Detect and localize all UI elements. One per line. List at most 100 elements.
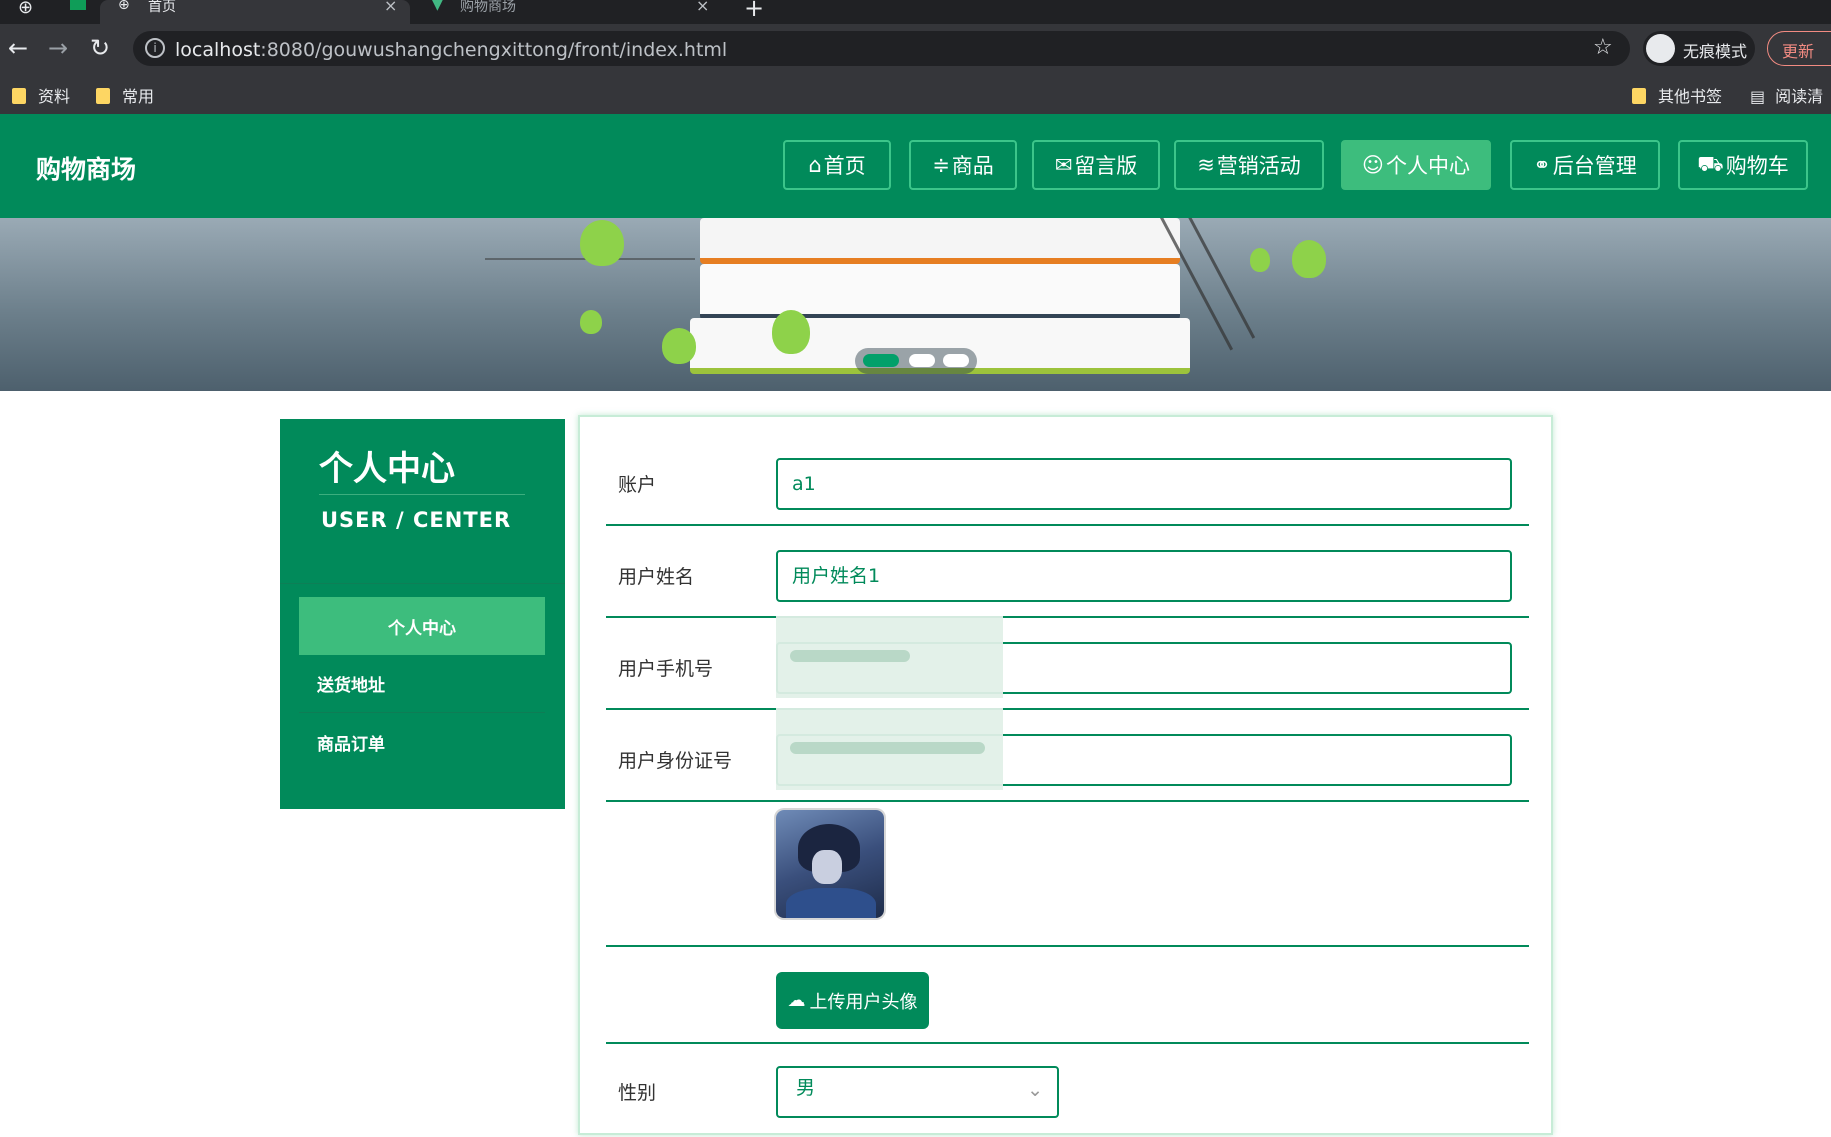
close-tab-icon[interactable]: × [384, 0, 397, 14]
gender-label: 性别 [618, 1082, 657, 1104]
tab-home[interactable]: ⊕ 首页 × [100, 0, 410, 24]
nav-user-center[interactable]: ☺ 个人中心 [1341, 140, 1491, 190]
sidebar-item-label: 个人中心 [388, 618, 456, 639]
bookmark-folder[interactable]: 资料 [12, 83, 70, 107]
user-icon: ☺ [1362, 153, 1384, 177]
nav-label: 后台管理 [1552, 154, 1637, 178]
nav-home[interactable]: ⌂ 首页 [783, 140, 891, 190]
nav-label: 购物车 [1725, 154, 1789, 178]
site-header: 购物商场 ⌂ 首页 ≑ 商品 ✉ 留言版 ≋ 营销活动 ☺ 个人中心 ⚭ 后台管理 ⛟ 购物车 [0, 114, 1831, 218]
banner-tree [1292, 240, 1326, 278]
banner-tree [580, 220, 624, 266]
form-row-id: 用户身份证号 [606, 708, 1529, 802]
incognito-icon [1646, 34, 1675, 63]
close-tab-icon[interactable]: × [696, 0, 709, 14]
back-icon[interactable]: ← [8, 34, 28, 62]
vue-icon: ▼ [432, 0, 443, 13]
nav-label: 留言版 [1074, 154, 1138, 178]
star-icon[interactable]: ☆ [1593, 35, 1613, 60]
sidebar-item-orders[interactable]: 商品订单 [299, 713, 545, 771]
sidebar-item-label: 商品订单 [317, 734, 385, 755]
name-input[interactable]: 用户姓名1 [776, 550, 1512, 602]
nav-promotions[interactable]: ≋ 营销活动 [1174, 140, 1324, 190]
url-text: localhost:8080/gouwushangchengxittong/fr… [175, 39, 728, 61]
chevron-down-icon: ⌄ [1027, 1079, 1043, 1101]
banner-tree [580, 310, 602, 334]
nav-products[interactable]: ≑ 商品 [909, 140, 1017, 190]
sidebar-item-address[interactable]: 送货地址 [299, 655, 545, 713]
banner-tree [662, 328, 696, 364]
banner-book [700, 264, 1180, 320]
id-label: 用户身份证号 [618, 750, 733, 772]
tab-title: 首页 [148, 0, 176, 15]
nav-messages[interactable]: ✉ 留言版 [1032, 140, 1160, 190]
message-icon: ✉ [1054, 153, 1073, 177]
sidebar-divider [319, 494, 525, 495]
folder-icon [96, 88, 110, 104]
redacted-bar [790, 742, 985, 754]
layers-icon: ≋ [1197, 153, 1215, 177]
carousel-dot[interactable] [909, 354, 935, 367]
account-label: 账户 [618, 474, 657, 496]
bookmarks-bar: 资料 常用 其他书签 ▤ 阅读清 [0, 74, 1831, 114]
incognito-label: 无痕模式 [1683, 42, 1748, 61]
carousel-indicators [855, 348, 977, 374]
sliders-icon: ≑ [932, 153, 950, 177]
reload-icon[interactable]: ↻ [90, 34, 110, 62]
avatar-shoulders [786, 888, 876, 918]
nav-label: 首页 [823, 154, 866, 178]
phone-label: 用户手机号 [618, 658, 714, 680]
profile-form: 账户 a1 用户姓名 用户姓名1 用户手机号 用户身份证号 ☁ 上传用户头像 性… [578, 415, 1553, 1135]
other-bookmarks[interactable]: 其他书签 [1632, 83, 1722, 107]
redacted-bar [790, 650, 910, 662]
sidebar-item-label: 送货地址 [317, 676, 385, 696]
upload-label: 上传用户头像 [809, 991, 918, 1013]
forward-icon[interactable]: → [48, 34, 68, 62]
cart-icon: ⛟ [1697, 151, 1724, 176]
sidebar-title: 个人中心 [319, 449, 455, 489]
account-input[interactable]: a1 [776, 458, 1512, 510]
folder-icon [12, 88, 26, 104]
cloud-upload-icon: ☁ [787, 990, 806, 1011]
sidebar-separator [280, 583, 565, 584]
form-row-phone: 用户手机号 [606, 616, 1529, 710]
redacted-phone [776, 616, 1003, 698]
form-row-avatar [606, 800, 1529, 947]
globe-icon: ⊕ [18, 0, 34, 18]
reading-list[interactable]: ▤ 阅读清 [1750, 83, 1823, 107]
form-row-name: 用户姓名 用户姓名1 [606, 524, 1529, 618]
nav-cart[interactable]: ⛟ 购物车 [1678, 140, 1808, 190]
sidebar-subtitle: USER / CENTER [321, 508, 512, 532]
reading-list-icon: ▤ [1750, 87, 1766, 106]
tab-shop[interactable]: ▼ 购物商场 × [420, 0, 720, 24]
info-icon: i [145, 38, 165, 58]
tab-title: 购物商场 [460, 0, 516, 15]
home-icon: ⌂ [808, 153, 822, 177]
bookmark-folder[interactable]: 常用 [96, 83, 154, 107]
incognito-indicator[interactable]: 无痕模式 [1643, 31, 1755, 66]
folder-icon [1632, 88, 1646, 104]
name-label: 用户姓名 [618, 566, 695, 588]
avatar-face [812, 850, 842, 884]
address-bar: ← → ↻ i localhost:8080/gouwushangchengxi… [0, 24, 1831, 74]
new-tab-button[interactable]: + [744, 0, 764, 22]
carousel-dot[interactable] [863, 354, 899, 367]
form-row-account: 账户 a1 [606, 417, 1529, 526]
browser-tabstrip: ⊕ ⊕ 首页 × ▼ 购物商场 × + [0, 0, 1831, 24]
sheets-icon [70, 0, 86, 10]
form-row-gender: 性别 男 ⌄ [606, 1042, 1529, 1137]
link-icon: ⚭ [1533, 153, 1551, 177]
omnibox[interactable]: i localhost:8080/gouwushangchengxittong/… [133, 31, 1630, 66]
redacted-id [776, 708, 1003, 790]
carousel-dot[interactable] [943, 354, 969, 367]
sidebar-item-user-center[interactable]: 个人中心 [299, 597, 545, 655]
gender-select[interactable]: 男 ⌄ [776, 1066, 1059, 1118]
upload-avatar-button[interactable]: ☁ 上传用户头像 [776, 972, 929, 1029]
globe-icon: ⊕ [118, 0, 130, 13]
nav-label: 营销活动 [1216, 154, 1301, 178]
brand-title[interactable]: 购物商场 [36, 150, 136, 186]
nav-label: 商品 [951, 154, 994, 178]
nav-admin[interactable]: ⚭ 后台管理 [1510, 140, 1660, 190]
banner-book [700, 218, 1180, 264]
update-button[interactable]: 更新 [1767, 31, 1831, 66]
